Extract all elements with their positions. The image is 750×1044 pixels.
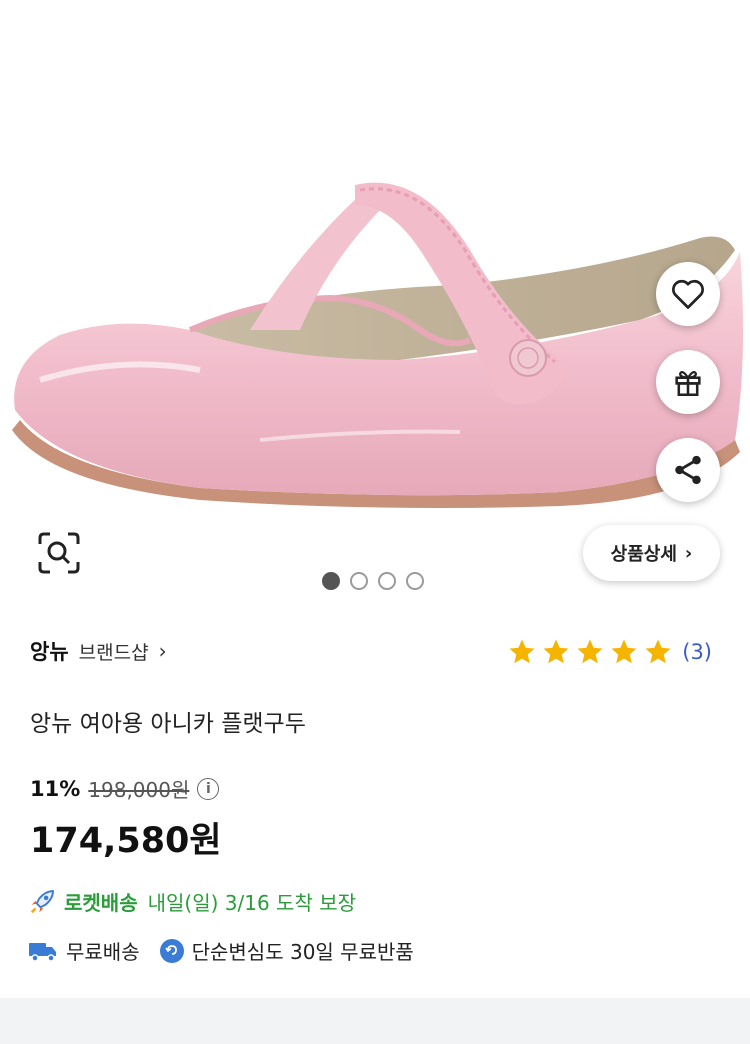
brand-shop-link[interactable]: 앙뉴 브랜드샵 › — [30, 636, 167, 666]
return-icon — [159, 938, 184, 963]
gallery-dot[interactable] — [378, 572, 396, 590]
heart-icon — [672, 279, 704, 309]
original-price: 198,000원 — [88, 778, 190, 802]
info-icon[interactable]: i — [197, 777, 220, 800]
rating-summary[interactable]: (3) — [506, 637, 712, 667]
gift-icon — [675, 370, 701, 397]
rating-count[interactable]: (3) — [682, 640, 712, 664]
gallery-dot[interactable] — [406, 572, 424, 590]
gallery-pagination[interactable] — [322, 572, 424, 590]
rocket-icon — [30, 890, 54, 914]
share-button[interactable] — [656, 438, 720, 502]
free-shipping-label: 무료배송 — [66, 940, 140, 964]
lens-search-icon — [38, 532, 80, 574]
share-icon — [675, 455, 701, 485]
star-icon — [509, 639, 535, 664]
brand-name: 앙뉴 — [30, 640, 69, 664]
product-title: 앙뉴 여아용 아니카 플랫구두 — [30, 711, 306, 737]
product-image — [12, 182, 744, 508]
gallery-dot[interactable] — [322, 572, 340, 590]
rocket-delivery-label: 로켓배송 — [64, 890, 138, 915]
truck-icon — [29, 942, 56, 962]
gallery-dot[interactable] — [350, 572, 368, 590]
wishlist-button[interactable] — [656, 262, 720, 326]
gift-button[interactable] — [656, 350, 720, 414]
product-image-gallery[interactable]: 상품상세 › — [0, 0, 750, 610]
section-divider — [0, 998, 750, 1044]
chevron-right-icon: › — [158, 639, 167, 663]
star-icon — [577, 639, 603, 664]
discount-rate: 11% — [30, 776, 81, 801]
arrival-guarantee: 내일(일) 3/16 도착 보장 — [147, 890, 356, 915]
star-icon — [645, 639, 671, 664]
shipping-benefits-row: 무료배송 단순변심도 30일 무료반품 — [28, 936, 414, 965]
brand-shop-label: 브랜드샵 — [78, 641, 149, 664]
star-icon — [543, 639, 569, 664]
product-detail-label: 상품상세 — [610, 544, 677, 565]
image-search-button[interactable] — [36, 530, 82, 576]
star-icon — [611, 639, 637, 664]
sale-price: 174,580원 — [30, 821, 222, 861]
price-discount-row: 11% 198,000원 i — [30, 774, 220, 803]
chevron-right-icon: › — [684, 542, 693, 564]
return-policy-label: 단순변심도 30일 무료반품 — [191, 940, 414, 964]
product-detail-button[interactable]: 상품상세 › — [583, 525, 720, 581]
rocket-delivery-row: 로켓배송 내일(일) 3/16 도착 보장 — [28, 886, 356, 916]
